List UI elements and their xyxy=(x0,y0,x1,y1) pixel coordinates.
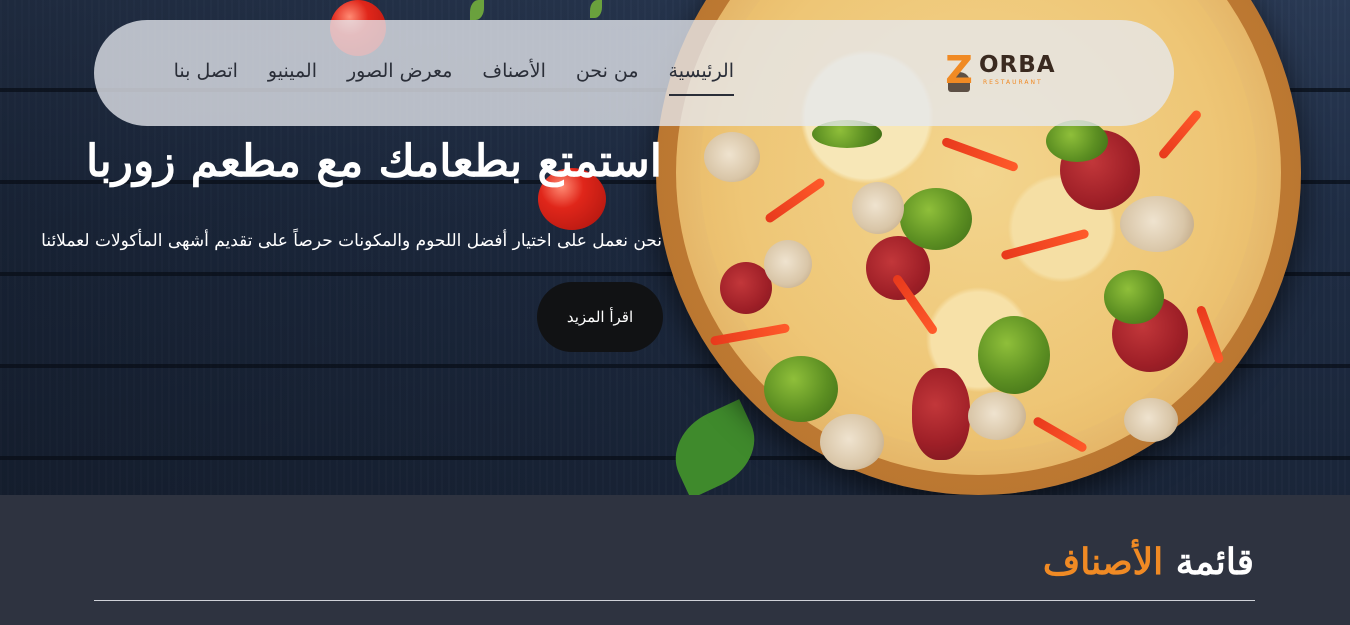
broccoli xyxy=(1046,120,1108,162)
nav-link-about[interactable]: من نحن xyxy=(561,58,654,96)
broccoli xyxy=(764,356,838,422)
mushroom xyxy=(764,240,812,288)
navbar: Z ORBA RESTAURANT الرئيسية من نحن الأصنا… xyxy=(94,20,1174,126)
mushroom xyxy=(968,392,1026,440)
broccoli xyxy=(1104,270,1164,324)
mushroom xyxy=(820,414,884,470)
categories-heading-main: قائمة xyxy=(1175,541,1254,583)
mushroom xyxy=(1120,196,1194,252)
broccoli xyxy=(978,316,1050,394)
logo-tagline: RESTAURANT xyxy=(983,79,1043,86)
logo-wordmark: ORBA xyxy=(979,52,1056,78)
mushroom xyxy=(852,182,904,234)
categories-heading-accent: الأصناف xyxy=(1042,541,1164,583)
nav-link-categories[interactable]: الأصناف xyxy=(467,58,560,96)
nav-link-gallery[interactable]: معرض الصور xyxy=(332,58,467,96)
categories-heading: قائمة الأصناف xyxy=(1043,535,1254,589)
logo-initial: Z xyxy=(945,48,973,92)
nav-link-menu[interactable]: المينيو xyxy=(253,58,332,96)
mushroom xyxy=(1124,398,1178,442)
pepperoni xyxy=(912,368,970,460)
nav-link-contact[interactable]: اتصل بنا xyxy=(159,58,253,96)
hero-subtitle: نحن نعمل على اختيار أفضل اللحوم والمكونا… xyxy=(41,231,662,251)
read-more-button[interactable]: اقرأ المزيد xyxy=(537,282,663,352)
hero-title: استمتع بطعامك مع مطعم زوربا xyxy=(86,136,662,187)
brand-logo[interactable]: Z ORBA RESTAURANT xyxy=(933,46,1065,98)
chef-logo-icon: Z xyxy=(936,48,980,94)
mushroom xyxy=(704,132,760,182)
nav-link-home[interactable]: الرئيسية xyxy=(654,58,735,96)
main-nav: الرئيسية من نحن الأصناف معرض الصور المين… xyxy=(159,58,735,96)
categories-section: قائمة الأصناف xyxy=(0,495,1350,625)
section-divider xyxy=(94,600,1255,601)
broccoli xyxy=(900,188,972,250)
